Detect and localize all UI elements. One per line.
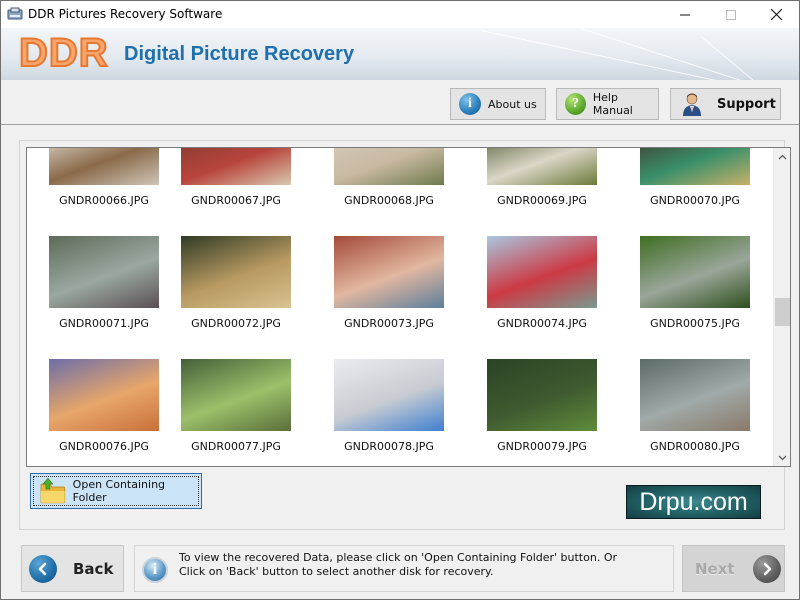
file-thumbnail[interactable] (181, 148, 291, 185)
instruction-text: To view the recovered Data, please click… (179, 551, 617, 579)
app-name: Digital Picture Recovery (124, 43, 355, 65)
minimize-button[interactable] (662, 1, 708, 28)
vertical-scrollbar[interactable] (773, 148, 790, 466)
minimize-icon (680, 14, 690, 15)
file-thumbnail[interactable] (334, 236, 444, 308)
about-us-button[interactable]: i About us (450, 88, 546, 120)
recovered-files-gallery[interactable]: GNDR00066.JPG GNDR00067.JPG GNDR00068.JPG G… (26, 147, 791, 467)
instruction-line-2: Click on 'Back' button to select another… (179, 565, 494, 578)
scrollbar-thumb[interactable] (775, 298, 790, 326)
file-thumbnail[interactable] (334, 359, 444, 431)
file-thumbnail[interactable] (487, 148, 597, 185)
back-arrow-icon (29, 554, 57, 583)
file-thumbnail[interactable] (640, 359, 750, 431)
maximize-icon (726, 9, 736, 20)
file-name-label[interactable]: GNDR00079.JPG (467, 440, 617, 453)
file-name-label[interactable]: GNDR00076.JPG (29, 440, 179, 453)
header-banner: DDR Digital Picture Recovery (1, 28, 799, 80)
toolbar: i About us ? Help Manual Support (1, 80, 799, 125)
help-manual-button[interactable]: ? Help Manual (556, 88, 659, 120)
next-label: Next (695, 559, 735, 578)
scroll-up-button[interactable] (774, 148, 791, 165)
file-name-label[interactable]: GNDR00066.JPG (29, 194, 179, 207)
file-name-label[interactable]: GNDR00067.JPG (161, 194, 311, 207)
about-us-label: About us (488, 97, 537, 111)
close-button[interactable] (753, 1, 799, 28)
support-person-icon (683, 93, 701, 116)
file-name-label[interactable]: GNDR00073.JPG (314, 317, 464, 330)
file-thumbnail[interactable] (49, 359, 159, 431)
file-name-label[interactable]: GNDR00072.JPG (161, 317, 311, 330)
chevron-down-icon (778, 455, 787, 460)
banner-decoration (700, 36, 771, 80)
help-manual-label: Help Manual (592, 91, 633, 117)
app-icon (7, 7, 23, 20)
back-label: Back (73, 559, 114, 578)
support-button[interactable]: Support (670, 88, 781, 120)
file-thumbnail[interactable] (640, 236, 750, 308)
open-folder-label: Open Containing Folder (72, 478, 166, 504)
next-button[interactable]: Next (682, 545, 785, 592)
instruction-box: i To view the recovered Data, please cli… (134, 545, 674, 592)
app-window: DDR Pictures Recovery Software DDR Digit… (0, 0, 800, 600)
maximize-button[interactable] (708, 1, 754, 28)
window-title: DDR Pictures Recovery Software (28, 7, 223, 21)
title-bar: DDR Pictures Recovery Software (1, 1, 799, 28)
next-arrow-icon (752, 554, 781, 583)
ddr-logo: DDR (18, 31, 109, 75)
file-thumbnail[interactable] (487, 359, 597, 431)
close-icon (770, 9, 782, 20)
file-thumbnail[interactable] (640, 148, 750, 185)
info-icon: i (142, 557, 168, 583)
file-thumbnail[interactable] (181, 236, 291, 308)
folder-open-icon (40, 477, 66, 504)
file-name-label[interactable]: GNDR00071.JPG (29, 317, 179, 330)
file-name-label[interactable]: GNDR00070.JPG (620, 194, 770, 207)
file-name-label[interactable]: GNDR00068.JPG (314, 194, 464, 207)
drpu-brand-badge: Drpu.com (626, 485, 761, 519)
file-thumbnail[interactable] (334, 148, 444, 185)
file-name-label[interactable]: GNDR00075.JPG (620, 317, 770, 330)
open-containing-folder-button[interactable]: Open Containing Folder (30, 473, 202, 509)
file-name-label[interactable]: GNDR00080.JPG (620, 440, 770, 453)
chevron-up-icon (778, 154, 787, 159)
question-icon: ? (565, 93, 586, 115)
file-thumbnail[interactable] (487, 236, 597, 308)
file-name-label[interactable]: GNDR00074.JPG (467, 317, 617, 330)
instruction-line-1: To view the recovered Data, please click… (179, 551, 617, 564)
back-button[interactable]: Back (21, 545, 124, 592)
scroll-down-button[interactable] (774, 449, 791, 466)
file-thumbnail[interactable] (49, 236, 159, 308)
file-name-label[interactable]: GNDR00069.JPG (467, 194, 617, 207)
file-thumbnail[interactable] (181, 359, 291, 431)
file-name-label[interactable]: GNDR00077.JPG (161, 440, 311, 453)
info-icon: i (459, 93, 481, 115)
file-name-label[interactable]: GNDR00078.JPG (314, 440, 464, 453)
support-label: Support (717, 96, 776, 112)
file-thumbnail[interactable] (49, 148, 159, 185)
